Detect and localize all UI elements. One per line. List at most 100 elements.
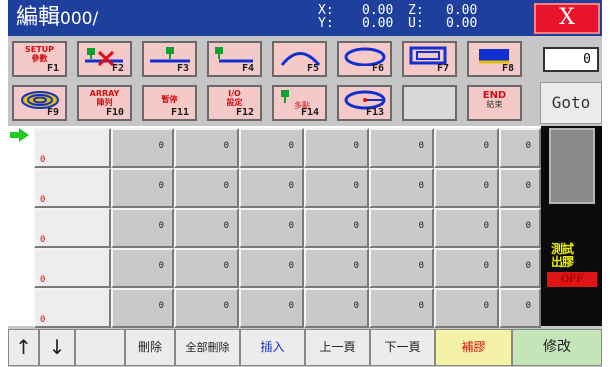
f8-button[interactable]: F8 <box>467 41 522 77</box>
insert-button[interactable]: 插入 <box>240 329 305 366</box>
cell-value: 0 <box>525 141 531 151</box>
table-cell[interactable]: 0 <box>174 248 239 288</box>
cell-value: 0 <box>525 261 531 271</box>
table-cell[interactable]: 0 <box>239 168 304 208</box>
f12-text: I/O 設定 <box>209 89 260 107</box>
table-cell[interactable]: 0 <box>304 168 369 208</box>
f3-button[interactable]: F3 <box>142 41 197 77</box>
f12-io-button[interactable]: I/O 設定 F12 <box>207 85 262 121</box>
f10-array-button[interactable]: ARRAY 陣列 F10 <box>77 85 132 121</box>
row-index-cell[interactable]: 0 <box>34 128 111 168</box>
page-title: 編輯000/ <box>16 5 98 32</box>
table-cell[interactable]: 0 <box>239 288 304 328</box>
table-cell[interactable]: 0 <box>304 248 369 288</box>
row-index-cell[interactable]: 0 <box>34 208 111 248</box>
f11-text: 暫停 <box>144 95 195 104</box>
row-index-cell[interactable]: 0 <box>34 288 111 328</box>
cell-value: 0 <box>483 221 489 231</box>
row-index-cell[interactable]: 0 <box>34 168 111 208</box>
table-cell[interactable]: 0 <box>111 128 174 168</box>
prev-page-button[interactable]: 上一頁 <box>305 329 370 366</box>
table-cell[interactable]: 0 <box>111 168 174 208</box>
f9-button[interactable]: F9 <box>12 85 67 121</box>
modify-button[interactable]: 修改 <box>512 329 602 366</box>
compensate-button[interactable]: 補膠 <box>435 329 512 366</box>
table-cell[interactable]: 0 <box>499 208 541 248</box>
empty-bottom-slot <box>75 329 125 366</box>
row-index: 0 <box>40 275 46 285</box>
f1-text: SETUP 參數 <box>14 45 65 63</box>
cell-value: 0 <box>418 221 424 231</box>
table-cell[interactable]: 0 <box>174 168 239 208</box>
cell-value: 0 <box>525 301 531 311</box>
table-cell[interactable]: 0 <box>174 128 239 168</box>
up-arrow-button[interactable]: ↑ <box>8 329 39 366</box>
cell-value: 0 <box>158 261 164 271</box>
table-cell[interactable]: 0 <box>369 168 434 208</box>
table-cell[interactable]: 0 <box>304 128 369 168</box>
title-label: 編輯 <box>16 5 61 30</box>
table-cell[interactable]: 0 <box>239 248 304 288</box>
f13-button[interactable]: F13 <box>337 85 392 121</box>
table-cell[interactable]: 0 <box>434 128 499 168</box>
end-bottom: 結束 <box>486 100 503 109</box>
table-cell[interactable]: 0 <box>369 288 434 328</box>
table-cell[interactable]: 0 <box>111 208 174 248</box>
table-cell[interactable]: 0 <box>239 208 304 248</box>
row-index: 0 <box>40 155 46 165</box>
f11-bottom: 暫停 <box>161 95 178 104</box>
table-cell[interactable]: 0 <box>499 288 541 328</box>
table-cell[interactable]: 0 <box>434 248 499 288</box>
f1-top: SETUP <box>24 45 55 54</box>
table-cell[interactable]: 0 <box>434 168 499 208</box>
next-page-button[interactable]: 下一頁 <box>370 329 435 366</box>
f11-label: F11 <box>170 107 189 118</box>
f14-button[interactable]: 多點 F14 <box>272 85 327 121</box>
table-cell[interactable]: 0 <box>369 248 434 288</box>
goto-button[interactable]: Goto <box>540 82 602 124</box>
f5-button[interactable]: F5 <box>272 41 327 77</box>
delete-all-button[interactable]: 全部刪除 <box>175 329 240 366</box>
cell-value: 0 <box>353 261 359 271</box>
cell-value: 0 <box>353 301 359 311</box>
table-cell[interactable]: 0 <box>174 208 239 248</box>
table-cell[interactable]: 0 <box>499 248 541 288</box>
f11-pause-button[interactable]: 暫停 F11 <box>142 85 197 121</box>
f12-top: I/O <box>228 89 241 98</box>
step-counter[interactable]: 0 <box>543 47 599 72</box>
table-cell[interactable]: 0 <box>239 128 304 168</box>
f10-top: ARRAY <box>89 89 120 98</box>
table-cell[interactable]: 0 <box>434 208 499 248</box>
row-index: 0 <box>40 315 46 325</box>
close-button[interactable]: X <box>534 3 600 34</box>
f3-label: F3 <box>176 63 189 74</box>
table-cell[interactable]: 0 <box>499 168 541 208</box>
f2-button[interactable]: F2 <box>77 41 132 77</box>
y-coord-value: 0.00 <box>362 16 394 31</box>
f1-setup-button[interactable]: SETUP 參數 F1 <box>12 41 67 77</box>
f7-button[interactable]: F7 <box>402 41 457 77</box>
table-cell[interactable]: 0 <box>499 128 541 168</box>
row-index-cell[interactable]: 0 <box>34 248 111 288</box>
table-cell[interactable]: 0 <box>434 288 499 328</box>
down-arrow-button[interactable]: ↓ <box>39 329 75 366</box>
table-cell[interactable]: 0 <box>111 248 174 288</box>
f6-button[interactable]: F6 <box>337 41 392 77</box>
cell-value: 0 <box>288 301 294 311</box>
delete-button[interactable]: 刪除 <box>125 329 175 366</box>
table-cell[interactable]: 0 <box>304 288 369 328</box>
cell-value: 0 <box>223 141 229 151</box>
end-button[interactable]: END 結束 <box>467 85 522 121</box>
test-dispense-toggle[interactable]: 測試 出膠 <box>551 243 574 269</box>
table-cell[interactable]: 0 <box>111 288 174 328</box>
table-cell[interactable]: 0 <box>304 208 369 248</box>
table-cell[interactable]: 0 <box>369 128 434 168</box>
f4-button[interactable]: F4 <box>207 41 262 77</box>
cell-value: 0 <box>158 141 164 151</box>
cell-value: 0 <box>483 141 489 151</box>
table-cell[interactable]: 0 <box>174 288 239 328</box>
cell-value: 0 <box>353 141 359 151</box>
table-cell[interactable]: 0 <box>369 208 434 248</box>
cell-value: 0 <box>288 141 294 151</box>
cell-value: 0 <box>158 301 164 311</box>
